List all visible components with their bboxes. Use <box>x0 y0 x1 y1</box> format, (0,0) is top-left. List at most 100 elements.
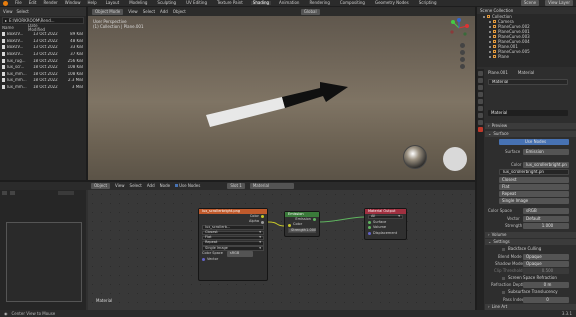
constraint-tab-icon[interactable] <box>478 120 483 125</box>
slot-dropdown[interactable]: Slot 1 <box>227 183 245 189</box>
expand-icon[interactable] <box>489 40 491 43</box>
image-texture-node[interactable]: lux_scrollerbright.png Color Alpha lux_s… <box>198 208 268 281</box>
source-dropdown[interactable]: Single Image ▾ <box>202 246 264 251</box>
projection-dropdown[interactable]: Flat <box>499 184 569 190</box>
blend-mode-dropdown[interactable]: Opaque <box>523 254 569 260</box>
vector-socket[interactable] <box>202 257 205 261</box>
file-row[interactable]: BoxUV... 13 Oct 2022 00:10 48 KiB <box>0 38 86 45</box>
blender-logo-icon[interactable] <box>3 0 8 6</box>
menu-view[interactable]: View <box>3 9 13 14</box>
file-row[interactable]: BoxUV... 13 Oct 2022 00:10 33 KiB <box>0 44 86 51</box>
tab-compositing[interactable]: Compositing <box>338 1 367 5</box>
column-name[interactable]: Name <box>2 26 28 30</box>
material-slot-list[interactable]: Material <box>488 79 568 85</box>
image-icon[interactable] <box>10 191 15 195</box>
vector-dropdown[interactable]: Default <box>523 216 569 222</box>
strength-field[interactable]: 1.000 <box>523 223 569 229</box>
menu-select[interactable]: Select <box>17 9 29 14</box>
emission-node[interactable]: Emission Emission Color Strength 1.000 <box>284 211 320 237</box>
refraction-depth-field[interactable]: 0 m <box>523 282 569 288</box>
view-icon[interactable] <box>2 191 7 195</box>
extension-dropdown[interactable]: Repeat <box>499 191 569 197</box>
file-row[interactable]: lux_mm... 18 Oct 2022 03:15 3 MiB <box>0 84 86 91</box>
output-tab-icon[interactable] <box>478 85 483 90</box>
tool-tab-icon[interactable] <box>478 71 483 76</box>
expand-icon[interactable] <box>489 25 491 28</box>
open-button[interactable] <box>58 191 74 195</box>
tab-scripting[interactable]: Scripting <box>417 1 439 5</box>
tab-sculpting[interactable]: Sculpting <box>155 1 178 5</box>
tab-layout[interactable]: Layout <box>104 1 122 5</box>
preview-section[interactable]: › Preview <box>485 123 576 129</box>
camera-icon[interactable] <box>460 57 465 62</box>
color-space-dropdown[interactable]: sRGB <box>523 208 569 214</box>
color-input-field[interactable]: lux_scrollerbright.pn <box>523 162 569 168</box>
color-space-dropdown[interactable]: sRGB <box>226 251 253 257</box>
world-tab-icon[interactable] <box>478 99 483 104</box>
file-row[interactable]: lux_scr... 18 Oct 2022 18:15 108 KiB <box>0 64 86 71</box>
image-datablock-field[interactable]: lux_scrollerbright.pn <box>499 169 569 175</box>
expand-icon[interactable] <box>489 50 491 53</box>
settings-section[interactable]: ⌄ Settings <box>485 239 576 245</box>
source-dropdown[interactable]: Single Image <box>499 198 569 204</box>
expand-icon[interactable] <box>489 35 491 38</box>
use-nodes-checkbox[interactable]: Use Nodes <box>175 184 200 188</box>
view-layer-selector[interactable]: View Layer <box>545 0 573 6</box>
tab-shading[interactable]: Shading <box>250 1 272 5</box>
expand-icon[interactable] <box>483 15 485 18</box>
zoom-icon[interactable] <box>460 43 465 48</box>
scene-tab-icon[interactable] <box>478 92 483 97</box>
use-nodes-button[interactable]: Use Nodes <box>499 139 569 145</box>
navigation-gizmo-icon[interactable] <box>449 18 469 38</box>
menu-add[interactable]: Add <box>147 184 155 188</box>
modifier-tab-icon[interactable] <box>478 113 483 118</box>
color-in-socket[interactable] <box>288 223 291 227</box>
menu-help[interactable]: Help <box>87 1 96 5</box>
surface-section[interactable]: ⌄ Surface <box>485 131 576 137</box>
tab-texture-paint[interactable]: Texture Paint <box>215 1 245 5</box>
pass-index-field[interactable]: 0 <box>523 297 569 303</box>
emission-socket[interactable] <box>313 218 316 222</box>
volume-socket[interactable] <box>368 226 371 230</box>
outliner-item[interactable]: Plane <box>477 54 576 59</box>
backface-culling-checkbox[interactable]: Backface Culling <box>499 246 576 252</box>
clip-threshold-field[interactable]: 0.500 <box>523 268 569 274</box>
strength-field[interactable]: Strength 1.000 <box>288 228 316 233</box>
material-name-field[interactable]: Material <box>488 110 568 116</box>
path-field[interactable]: ▸ E:\WORKROOM\Rend... <box>2 17 84 24</box>
material-tab-icon[interactable] <box>478 127 483 132</box>
pan-hand-icon[interactable] <box>460 50 465 55</box>
material-selector[interactable]: Material <box>249 183 294 189</box>
file-row[interactable]: BoxUV... 13 Oct 2022 00:10 89 KiB <box>0 31 86 38</box>
file-row[interactable]: BoxUV... 13 Oct 2022 00:10 37 KiB <box>0 51 86 58</box>
object-tab-icon[interactable] <box>478 106 483 111</box>
tab-animation[interactable]: Animation <box>277 1 301 5</box>
tab-geometry-nodes[interactable]: Geometry Nodes <box>373 1 411 5</box>
image-preview-area[interactable] <box>6 222 82 302</box>
file-row[interactable]: lux_mm... 18 Oct 2022 18:15 108 KiB <box>0 71 86 78</box>
column-date[interactable]: Date Modified <box>28 24 54 32</box>
surface-shader-dropdown[interactable]: Emission <box>523 149 569 155</box>
volume-section[interactable]: › Volume <box>485 232 576 238</box>
menu-view[interactable]: View <box>115 184 125 188</box>
menu-render[interactable]: Render <box>43 1 57 5</box>
grid-icon[interactable] <box>460 64 465 69</box>
menu-node[interactable]: Node <box>160 184 170 188</box>
expand-icon[interactable] <box>489 45 491 48</box>
target-dropdown[interactable]: All ▾ <box>368 214 403 220</box>
3d-viewport[interactable]: Object Mode View Select Add Object Globa… <box>88 7 475 180</box>
surface-socket[interactable] <box>368 220 371 224</box>
node-canvas[interactable]: Material lux_scrollerbright.png Color Al… <box>88 190 475 310</box>
expand-icon[interactable] <box>489 30 491 33</box>
editor-mode-dropdown[interactable]: Object <box>91 183 111 189</box>
alpha-socket[interactable] <box>261 220 264 224</box>
menu-edit[interactable]: Edit <box>29 1 37 5</box>
render-tab-icon[interactable] <box>478 78 483 83</box>
tab-rendering[interactable]: Rendering <box>307 1 331 5</box>
file-row[interactable]: lux_rug... 18 Oct 2022 18:15 256 KiB <box>0 57 86 64</box>
material-output-node[interactable]: Material Output All ▾ Surface Volume Disp… <box>364 208 407 240</box>
menu-window[interactable]: Window <box>65 1 81 5</box>
screen-space-refraction-checkbox[interactable]: Screen Space Refraction <box>499 275 576 281</box>
subsurface-translucency-checkbox[interactable]: Subsurface Translucency <box>499 289 576 295</box>
scene-selector[interactable]: Scene <box>520 0 540 6</box>
